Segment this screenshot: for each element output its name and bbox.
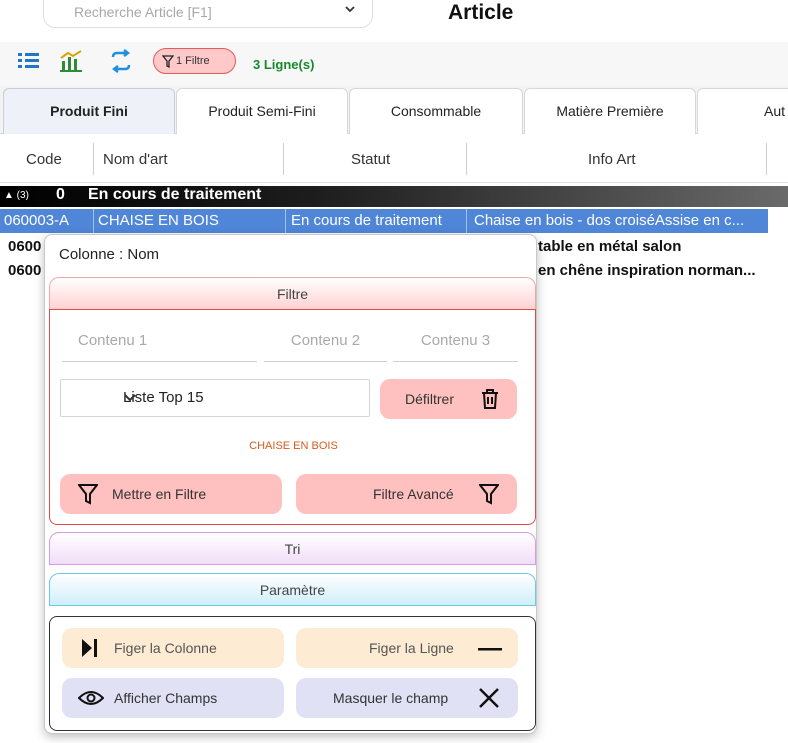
content-2-input[interactable]: Contenu 2 <box>264 332 387 362</box>
cell-info: en chêne inspiration norman... <box>538 262 756 279</box>
cell-status: En cours de traitement <box>291 212 442 229</box>
tab-autre[interactable]: Aut <box>697 88 788 134</box>
freeze-column-icon <box>82 639 97 657</box>
column-divider[interactable] <box>766 143 767 175</box>
list-icon[interactable] <box>16 48 42 74</box>
category-tabs: Produit Fini Produit Semi-Fini Consommab… <box>0 86 788 134</box>
cell-divider <box>93 209 94 233</box>
figer-colonne-label: Figer la Colonne <box>114 640 217 656</box>
group-code: 0 <box>56 186 65 203</box>
figer-ligne-label: Figer la Ligne <box>369 640 454 656</box>
current-cell-value: CHAISE EN BOIS <box>249 440 338 452</box>
afficher-champs-label: Afficher Champs <box>114 690 218 706</box>
content-1-input[interactable]: Contenu 1 <box>62 332 257 362</box>
mettre-en-filtre-label: Mettre en Filtre <box>112 486 207 502</box>
cell-code: 0600 <box>8 238 42 255</box>
filter-icon <box>162 55 174 68</box>
popup-title: Colonne : Nom <box>59 246 160 263</box>
section-parametre-header[interactable]: Paramètre <box>49 573 536 606</box>
filtre-avance-label: Filtre Avancé <box>373 486 454 502</box>
filter-badge-label: 1 Filtre <box>176 55 210 67</box>
group-label: En cours de traitement <box>88 186 262 203</box>
refresh-icon[interactable] <box>108 48 134 74</box>
eye-icon <box>78 691 104 705</box>
chevron-down-icon <box>123 390 355 408</box>
content-1-placeholder: Contenu 1 <box>78 332 148 349</box>
column-divider[interactable] <box>283 143 284 175</box>
table-row-selected[interactable]: 060003-A CHAISE EN BOIS En cours de trai… <box>0 209 768 233</box>
figer-ligne-button[interactable]: Figer la Ligne <box>296 628 518 668</box>
column-options-popup: Colonne : Nom Filtre Contenu 1 Contenu 2… <box>44 234 537 734</box>
cell-divider <box>466 209 467 233</box>
article-search-combo[interactable]: Recherche Article [F1] <box>43 0 373 28</box>
chart-icon[interactable] <box>58 48 84 74</box>
parametre-section: Figer la Colonne Figer la Ligne Afficher… <box>49 616 536 731</box>
search-placeholder: Recherche Article [F1] <box>74 4 212 20</box>
cell-code: 060003-A <box>4 212 70 229</box>
column-headers: Code Nom d'art Statut Info Art <box>0 135 788 183</box>
afficher-champs-button[interactable]: Afficher Champs <box>62 678 284 718</box>
section-tri-header[interactable]: Tri <box>49 532 536 565</box>
filter-count-badge[interactable]: 1 Filtre <box>153 48 236 74</box>
cell-name: CHAISE EN BOIS <box>98 212 219 229</box>
defiltrer-button[interactable]: Défiltrer <box>380 379 517 419</box>
column-divider[interactable] <box>466 143 467 175</box>
masquer-champ-button[interactable]: Masquer le champ <box>296 678 518 718</box>
column-header-statut[interactable]: Statut <box>351 151 390 168</box>
mettre-en-filtre-button[interactable]: Mettre en Filtre <box>60 474 282 514</box>
tab-matiere-premiere[interactable]: Matière Première <box>524 88 696 134</box>
cell-info: table en métal salon <box>538 238 682 255</box>
column-header-nom[interactable]: Nom d'art <box>103 151 168 168</box>
close-icon <box>479 688 499 708</box>
trash-icon <box>482 389 498 409</box>
lines-count: 3 Ligne(s) <box>253 57 315 72</box>
column-header-code[interactable]: Code <box>26 151 62 168</box>
toolbar: 1 Filtre 3 Ligne(s) <box>0 42 788 86</box>
masquer-champ-label: Masquer le champ <box>333 690 449 706</box>
figer-colonne-button[interactable]: Figer la Colonne <box>62 628 284 668</box>
freeze-row-icon <box>478 648 502 651</box>
page-title: Article <box>448 1 514 24</box>
cell-code: 0600 <box>8 262 42 279</box>
cell-divider <box>285 209 286 233</box>
tab-consommable[interactable]: Consommable <box>349 88 523 134</box>
defiltrer-label: Défiltrer <box>405 391 455 407</box>
cell-info: Chaise en bois - dos croiséAssise en c..… <box>474 212 745 229</box>
chevron-down-icon[interactable] <box>344 3 356 18</box>
column-header-info[interactable]: Info Art <box>588 151 636 168</box>
tab-produit-fini[interactable]: Produit Fini <box>3 88 175 134</box>
section-filtre-header[interactable]: Filtre <box>49 277 536 310</box>
content-2-placeholder: Contenu 2 <box>290 332 361 349</box>
list-select[interactable]: Liste Top 15 <box>60 379 370 417</box>
filter-section: Contenu 1 Contenu 2 Contenu 3 Liste Top … <box>49 309 536 525</box>
filter-icon <box>479 484 499 505</box>
column-divider[interactable] <box>93 143 94 175</box>
tab-produit-semi-fini[interactable]: Produit Semi-Fini <box>176 88 348 134</box>
group-row[interactable]: ▲ (3) 0 En cours de traitement <box>0 186 788 207</box>
filtre-avance-button[interactable]: Filtre Avancé <box>296 474 517 514</box>
filter-icon <box>78 484 98 505</box>
content-3-input[interactable]: Contenu 3 <box>393 332 518 362</box>
group-count: ▲ (3) <box>4 190 29 201</box>
content-3-placeholder: Contenu 3 <box>420 332 491 349</box>
